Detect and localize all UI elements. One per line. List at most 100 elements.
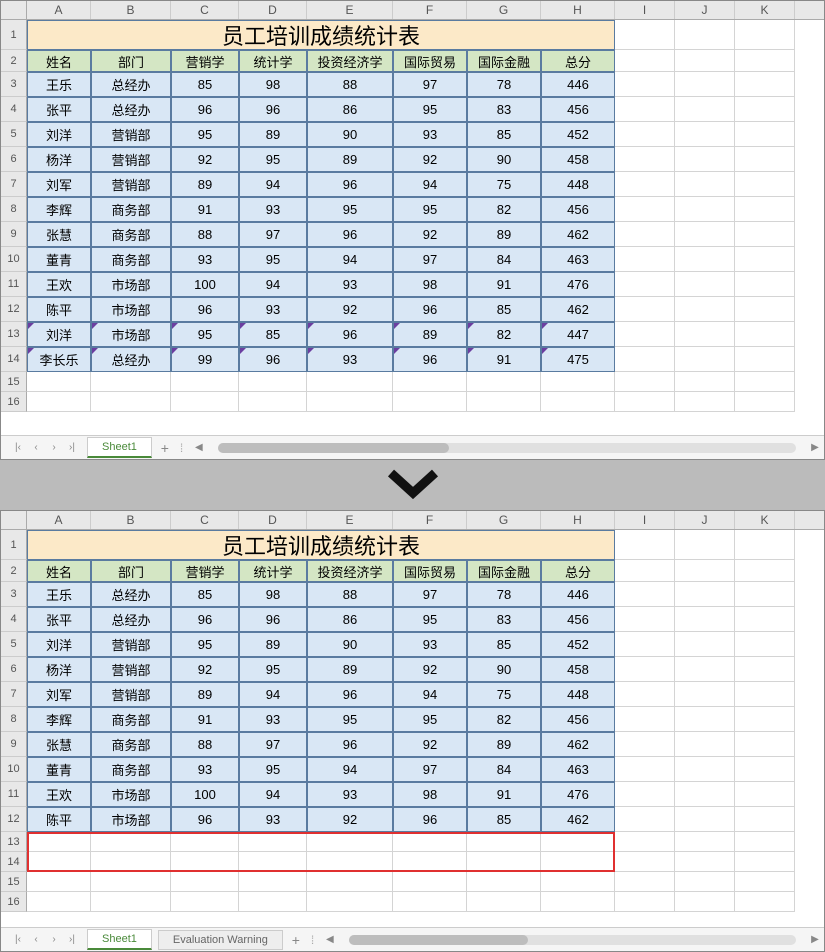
empty-cell[interactable] — [307, 872, 393, 892]
cell-value[interactable]: 99 — [171, 347, 239, 372]
cell-value[interactable]: 93 — [171, 247, 239, 272]
cell-total[interactable]: 447 — [541, 322, 615, 347]
cell-total[interactable]: 448 — [541, 172, 615, 197]
header-col3[interactable]: 营销学 — [171, 50, 239, 72]
cell-value[interactable]: 82 — [467, 197, 541, 222]
cell-value[interactable]: 94 — [307, 247, 393, 272]
cell-value[interactable]: 95 — [307, 197, 393, 222]
cell-value[interactable]: 90 — [307, 632, 393, 657]
cell-name[interactable]: 刘洋 — [27, 122, 91, 147]
cell-value[interactable]: 95 — [393, 707, 467, 732]
cell-value[interactable]: 95 — [239, 147, 307, 172]
cell-dept[interactable]: 总经办 — [91, 607, 171, 632]
empty-cell[interactable] — [467, 832, 541, 852]
header-dept[interactable]: 部门 — [91, 560, 171, 582]
empty-cell[interactable] — [393, 872, 467, 892]
col-header-B[interactable]: B — [91, 1, 171, 19]
cell-value[interactable]: 92 — [307, 807, 393, 832]
row-header[interactable]: 5 — [1, 122, 27, 147]
empty-cell[interactable] — [91, 832, 171, 852]
cell-value[interactable]: 93 — [239, 197, 307, 222]
cell-dept[interactable]: 商务部 — [91, 222, 171, 247]
col-header-A[interactable]: A — [27, 1, 91, 19]
h-scrollbar[interactable] — [218, 443, 796, 453]
empty-cell[interactable] — [735, 392, 795, 412]
cell-value[interactable]: 82 — [467, 707, 541, 732]
cell-total[interactable]: 452 — [541, 122, 615, 147]
col-header-G[interactable]: G — [467, 1, 541, 19]
tab-sheet1[interactable]: Sheet1 — [87, 929, 152, 950]
cell-value[interactable]: 86 — [307, 607, 393, 632]
empty-cell[interactable] — [541, 892, 615, 912]
cell-dept[interactable]: 商务部 — [91, 757, 171, 782]
row-header[interactable]: 12 — [1, 807, 27, 832]
header-total[interactable]: 总分 — [541, 50, 615, 72]
row-header[interactable]: 7 — [1, 682, 27, 707]
empty-cell[interactable] — [675, 872, 735, 892]
cell-value[interactable]: 97 — [393, 582, 467, 607]
cell-name[interactable]: 王欢 — [27, 272, 91, 297]
cell-value[interactable]: 96 — [393, 297, 467, 322]
cell-dept[interactable]: 商务部 — [91, 197, 171, 222]
cell-name[interactable]: 张慧 — [27, 222, 91, 247]
empty-cell[interactable] — [393, 892, 467, 912]
cell-total[interactable]: 456 — [541, 707, 615, 732]
cell-total[interactable]: 458 — [541, 147, 615, 172]
empty-cell[interactable] — [467, 872, 541, 892]
empty-cell[interactable] — [171, 832, 239, 852]
col-header-F[interactable]: F — [393, 511, 467, 529]
empty-cell[interactable] — [27, 832, 91, 852]
header-name[interactable]: 姓名 — [27, 50, 91, 72]
empty-cell[interactable] — [27, 892, 91, 912]
col-header-K[interactable]: K — [735, 1, 795, 19]
row-header[interactable]: 15 — [1, 872, 27, 892]
cell-value[interactable]: 92 — [393, 147, 467, 172]
cell-value[interactable]: 96 — [171, 97, 239, 122]
cell-value[interactable]: 94 — [239, 682, 307, 707]
row-header[interactable]: 9 — [1, 732, 27, 757]
cell-total[interactable]: 462 — [541, 807, 615, 832]
row-header[interactable]: 3 — [1, 72, 27, 97]
cell-name[interactable]: 王乐 — [27, 582, 91, 607]
cell-value[interactable]: 93 — [393, 632, 467, 657]
empty-cell[interactable] — [307, 832, 393, 852]
cell-value[interactable]: 84 — [467, 247, 541, 272]
cell-value[interactable]: 97 — [393, 757, 467, 782]
row-header[interactable]: 15 — [1, 372, 27, 392]
cell-value[interactable]: 88 — [307, 72, 393, 97]
empty-cell[interactable] — [615, 392, 675, 412]
row-header-2[interactable]: 2 — [1, 560, 27, 582]
cell-value[interactable]: 96 — [307, 222, 393, 247]
row-header[interactable]: 12 — [1, 297, 27, 322]
cell-name[interactable]: 陈平 — [27, 807, 91, 832]
cell-value[interactable]: 95 — [171, 122, 239, 147]
empty-cell[interactable] — [239, 832, 307, 852]
col-header-J[interactable]: J — [675, 511, 735, 529]
empty-cell[interactable] — [307, 372, 393, 392]
col-header-E[interactable]: E — [307, 511, 393, 529]
cell-total[interactable]: 448 — [541, 682, 615, 707]
cell-value[interactable]: 90 — [307, 122, 393, 147]
row-header[interactable]: 7 — [1, 172, 27, 197]
cell-total[interactable]: 476 — [541, 272, 615, 297]
col-header-D[interactable]: D — [239, 511, 307, 529]
cell-value[interactable]: 85 — [171, 72, 239, 97]
empty-cell[interactable] — [27, 872, 91, 892]
row-header-2[interactable]: 2 — [1, 50, 27, 72]
cell-value[interactable]: 78 — [467, 72, 541, 97]
cell-value[interactable]: 90 — [467, 147, 541, 172]
cell-dept[interactable]: 市场部 — [91, 272, 171, 297]
cell-value[interactable]: 89 — [393, 322, 467, 347]
cell-name[interactable]: 张平 — [27, 607, 91, 632]
row-header-1[interactable]: 1 — [1, 530, 27, 560]
cell-name[interactable]: 刘洋 — [27, 632, 91, 657]
cell-dept[interactable]: 营销部 — [91, 172, 171, 197]
col-header-C[interactable]: C — [171, 1, 239, 19]
cell-value[interactable]: 92 — [171, 147, 239, 172]
col-header-B[interactable]: B — [91, 511, 171, 529]
col-header-F[interactable]: F — [393, 1, 467, 19]
cell-dept[interactable]: 营销部 — [91, 147, 171, 172]
cell-value[interactable]: 94 — [239, 272, 307, 297]
empty-cell[interactable] — [393, 852, 467, 872]
cell-value[interactable]: 95 — [171, 322, 239, 347]
